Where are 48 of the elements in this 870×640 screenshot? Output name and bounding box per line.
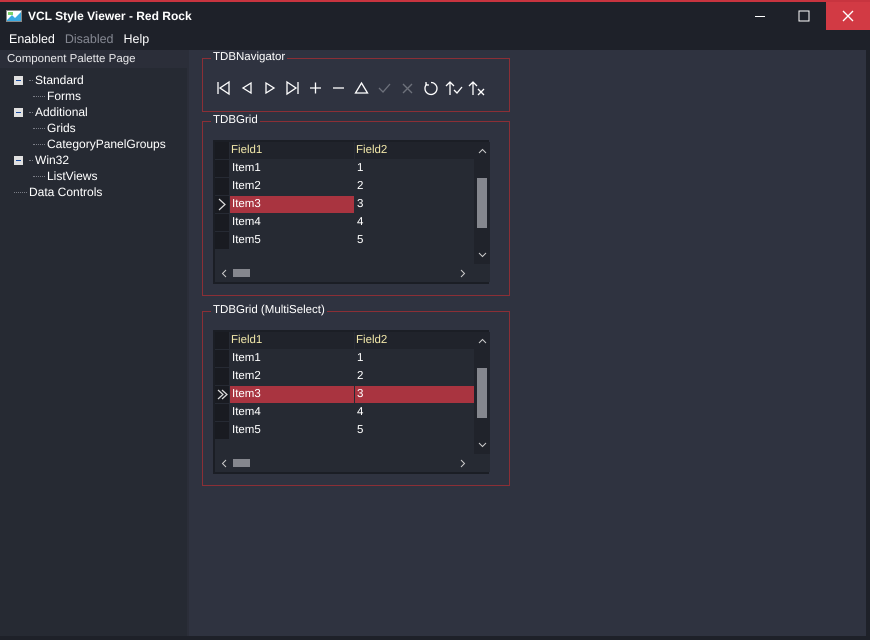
tree-item[interactable]: Data Controls xyxy=(29,185,102,199)
tree-item[interactable]: Win32 xyxy=(35,153,70,167)
chevron-left-icon[interactable] xyxy=(221,458,227,468)
group-title: TDBGrid xyxy=(211,114,260,126)
tree-item[interactable]: Forms xyxy=(47,89,81,103)
horizontal-scrollbar[interactable] xyxy=(215,454,490,472)
chevron-right-icon[interactable] xyxy=(460,268,466,278)
column-header[interactable]: Field2 xyxy=(355,142,474,159)
chevron-left-icon[interactable] xyxy=(221,268,227,278)
window-title: VCL Style Viewer - Red Rock xyxy=(28,9,192,23)
column-header[interactable]: Field2 xyxy=(355,332,474,349)
maximize-icon xyxy=(798,10,810,22)
collapse-icon[interactable] xyxy=(14,76,23,84)
panel-title: Component Palette Page xyxy=(6,52,137,67)
menu-item[interactable]: Enabled xyxy=(4,32,60,46)
table-cell: 3 xyxy=(355,386,474,403)
chevron-down-icon[interactable] xyxy=(478,252,486,258)
scroll-thumb[interactable] xyxy=(477,178,487,228)
collapse-icon[interactable] xyxy=(14,156,23,164)
tree-item[interactable]: CategoryPanelGroups xyxy=(47,137,166,151)
scroll-thumb[interactable] xyxy=(233,459,250,467)
tree-item[interactable]: Standard xyxy=(35,73,84,87)
column-header[interactable]: Field1 xyxy=(230,142,354,159)
table-cell: Item3 xyxy=(230,196,354,213)
scroll-thumb[interactable] xyxy=(233,269,250,277)
arrow-x-icon xyxy=(466,79,486,97)
arrow-check-icon xyxy=(444,79,462,97)
vertical-scrollbar[interactable] xyxy=(474,332,490,454)
vertical-scrollbar[interactable] xyxy=(474,142,490,264)
scroll-thumb[interactable] xyxy=(477,368,487,418)
tree-item[interactable]: Additional xyxy=(35,105,88,119)
column-header[interactable]: Field1 xyxy=(230,332,354,349)
group-title: TDBNavigator xyxy=(211,51,288,63)
menu-item[interactable]: Help xyxy=(118,32,154,46)
app-icon xyxy=(6,10,22,22)
collapse-icon[interactable] xyxy=(14,108,23,116)
table-cell: Item3 xyxy=(230,386,354,403)
group-title: TDBGrid (MultiSelect) xyxy=(211,304,327,316)
chevron-up-icon[interactable] xyxy=(478,338,486,344)
chevron-up-icon[interactable] xyxy=(478,148,486,154)
close-button[interactable] xyxy=(826,2,870,30)
close-icon xyxy=(842,10,854,22)
tree-item[interactable]: Grids xyxy=(47,121,76,135)
minus-icon xyxy=(332,87,344,89)
horizontal-scrollbar[interactable] xyxy=(215,264,490,282)
chevron-down-icon[interactable] xyxy=(478,442,486,448)
tree-item[interactable]: ListViews xyxy=(47,169,98,183)
chevron-right-icon[interactable] xyxy=(460,458,466,468)
